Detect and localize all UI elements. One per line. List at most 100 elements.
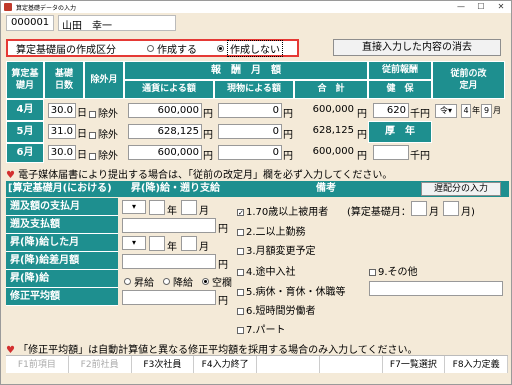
header-total: 合 計 <box>294 80 368 99</box>
window-controls: — ☐ ✕ <box>451 1 511 13</box>
radio-blank-dot[interactable] <box>202 278 209 285</box>
kind-input-4[interactable]: 0 <box>218 103 282 118</box>
raise-month-input[interactable] <box>181 236 197 251</box>
days-unit-4: 日 <box>77 108 87 119</box>
f1-prev-item-button[interactable]: F1前項目 <box>6 356 69 373</box>
f6-button[interactable] <box>320 356 383 373</box>
remark-6-checkbox[interactable] <box>237 307 244 315</box>
remark-7[interactable]: 7.パート <box>237 321 286 336</box>
remark-3-label: 3.月額変更予定 <box>246 246 316 257</box>
raise-diff-yen: 円 <box>218 260 228 271</box>
row-month-6: 6月 <box>6 143 44 163</box>
base-month-input-2[interactable] <box>443 201 459 216</box>
days-input-5[interactable]: 31.0 <box>48 124 76 139</box>
header-base-days-text: 基礎日数 <box>54 69 73 91</box>
exclude-check-6[interactable]: 除外 <box>89 147 118 162</box>
remark-6[interactable]: 6.短時間労働者 <box>237 302 316 317</box>
remark-9-checkbox[interactable] <box>369 268 376 276</box>
prev-health-input[interactable]: 620 <box>373 103 409 118</box>
remark-2-label: 2.二以上勤務 <box>246 227 306 238</box>
radio-not-create-dot[interactable] <box>217 44 224 52</box>
minimize-icon[interactable]: — <box>451 1 471 13</box>
total-value-4: 600,000 <box>312 104 354 115</box>
raise-era-select[interactable]: ▾ <box>122 236 146 250</box>
chevron-down-icon: ▾ <box>447 106 452 115</box>
cash-input-5[interactable]: 628,125 <box>128 124 202 139</box>
kind-yen-5: 円 <box>283 130 293 141</box>
note-average: ♥ 「修正平均額」は自動計算値と異なる修正平均額を採用する場合のみ入力してくださ… <box>6 341 506 356</box>
radio-raise-dot[interactable] <box>124 278 131 285</box>
remark-9[interactable]: 9.その他 <box>369 263 418 278</box>
row-month-5: 5月 <box>6 121 44 143</box>
row-month-4: 4月 <box>6 99 44 121</box>
remark-3[interactable]: 3.月額変更予定 <box>237 242 316 257</box>
exclude-checkbox-4[interactable] <box>89 110 96 118</box>
days-unit-5: 日 <box>77 129 87 140</box>
radio-lower[interactable]: 降給 <box>163 274 193 289</box>
f7-list-select-button[interactable]: F7一覧選択 <box>383 356 446 373</box>
remark-5-label: 5.病休・育休・休職等 <box>246 287 346 298</box>
remark-5-checkbox[interactable] <box>237 288 244 296</box>
prev-change-month-input[interactable]: 9 <box>481 104 492 118</box>
radio-create[interactable]: 作成する <box>147 41 197 56</box>
cash-input-6[interactable]: 600,000 <box>128 145 202 160</box>
raise-year-input[interactable] <box>149 236 165 251</box>
header-base-month: 算定基礎月 <box>6 61 44 99</box>
remark-3-checkbox[interactable] <box>237 247 244 255</box>
header-prev-change: 従前の改定月 <box>432 61 505 99</box>
f4-finish-button[interactable]: F4入力終了 <box>194 356 257 373</box>
late-payment-button[interactable]: 遅配分の入力 <box>421 182 501 196</box>
title-bar: 算定基礎データの入力 — ☐ ✕ <box>1 1 511 13</box>
f8-input-definition-button[interactable]: F8入力定義 <box>445 356 508 373</box>
remark-1-checkbox[interactable] <box>237 208 244 216</box>
radio-raise-label: 昇給 <box>134 278 154 289</box>
days-input-6[interactable]: 30.0 <box>48 145 76 160</box>
retro-amount-input[interactable] <box>122 218 216 233</box>
prev-pension-unit: 千円 <box>410 151 430 162</box>
exclude-check-4[interactable]: 除外 <box>89 105 118 120</box>
exclude-checkbox-5[interactable] <box>89 131 96 139</box>
remark-1[interactable]: 1.70歳以上被用者 <box>237 203 328 218</box>
radio-lower-dot[interactable] <box>163 278 170 285</box>
maximize-icon[interactable]: ☐ <box>471 1 491 13</box>
kind-input-5[interactable]: 0 <box>218 124 282 139</box>
remark-5[interactable]: 5.病休・育休・休職等 <box>237 283 346 298</box>
app-window: 算定基礎データの入力 — ☐ ✕ 000001 山田 幸一 算定基礎届の作成区分… <box>0 0 512 385</box>
chevron-down-icon: ▾ <box>131 202 136 211</box>
raise-diff-input[interactable] <box>122 254 216 269</box>
prev-change-year-input[interactable]: 4 <box>461 104 471 118</box>
prev-pension-input[interactable] <box>373 145 409 160</box>
base-month-unit-1: 月 <box>429 207 439 218</box>
radio-create-dot[interactable] <box>147 44 154 52</box>
retro-month-input[interactable] <box>181 200 197 215</box>
remark-7-checkbox[interactable] <box>237 326 244 334</box>
lower-head-raise: 昇(降)給・遡り支給 <box>118 181 233 197</box>
exclude-checkbox-6[interactable] <box>89 152 96 160</box>
close-icon[interactable]: ✕ <box>491 1 511 13</box>
remark-other-input[interactable] <box>369 281 503 296</box>
radio-blank[interactable]: 空欄 <box>202 274 232 289</box>
remark-4-checkbox[interactable] <box>237 268 244 276</box>
f3-next-employee-button[interactable]: F3次社員 <box>132 356 195 373</box>
header-cash: 通貨による額 <box>124 80 214 99</box>
kind-input-6[interactable]: 0 <box>218 145 282 160</box>
remark-2-checkbox[interactable] <box>237 228 244 236</box>
remark-4[interactable]: 4.途中入社 <box>237 263 296 278</box>
retro-era-select[interactable]: ▾ <box>122 200 146 214</box>
clear-direct-input-button[interactable]: 直接入力した内容の消去 <box>333 39 501 56</box>
avg-amount-input[interactable] <box>122 290 216 305</box>
exclude-check-5[interactable]: 除外 <box>89 126 118 141</box>
prev-change-era-select[interactable]: 令▾ <box>435 104 457 118</box>
radio-not-create[interactable]: 作成しない <box>217 39 283 57</box>
days-input-4[interactable]: 30.0 <box>48 103 76 118</box>
f2-prev-employee-button[interactable]: F2前社員 <box>69 356 132 373</box>
remark-2[interactable]: 2.二以上勤務 <box>237 223 306 238</box>
chevron-down-icon: ▾ <box>131 238 136 247</box>
prev-health-unit: 千円 <box>410 109 430 120</box>
retro-year-input[interactable] <box>149 200 165 215</box>
radio-raise[interactable]: 昇給 <box>124 274 154 289</box>
header-base-days: 基礎日数 <box>44 61 84 99</box>
f5-button[interactable] <box>257 356 320 373</box>
base-month-input-1[interactable] <box>411 201 427 216</box>
cash-input-4[interactable]: 600,000 <box>128 103 202 118</box>
